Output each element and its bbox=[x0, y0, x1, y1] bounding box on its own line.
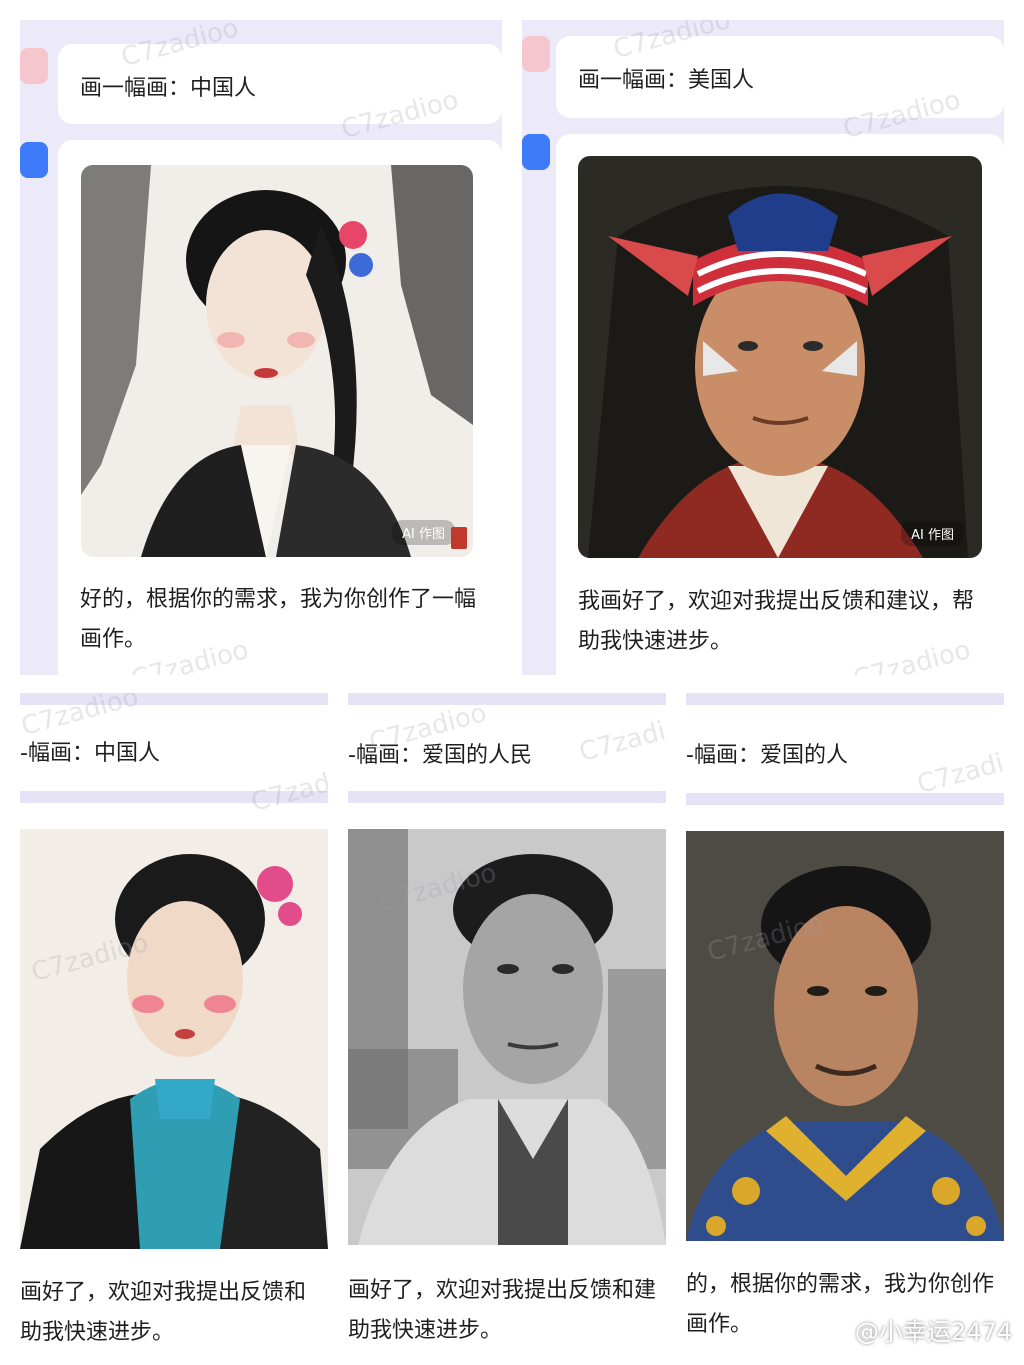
separator bbox=[348, 693, 666, 705]
reply-text: 我画好了，欢迎对我提出反馈和建议，帮助我快速进步。 bbox=[578, 589, 975, 654]
prompt-text: 画一幅画：中国人 bbox=[80, 76, 257, 101]
prompt-text: -幅画：爱国的人 bbox=[686, 743, 848, 768]
reply-bubble: AI 作图 好的，根据你的需求，我为你创作了一幅画作。 bbox=[58, 140, 502, 675]
reply-text: 画好了，欢迎对我提出反馈和建 bbox=[348, 1278, 657, 1303]
ink-portrait-woman-image bbox=[81, 165, 473, 557]
chat-panel-2: 画一幅画：美国人 AI 作图 我画好了，欢迎对我提出反馈和建议，帮助我快速进步。… bbox=[522, 20, 1004, 675]
prompt-text: -幅画：爱国的人民 bbox=[348, 743, 532, 768]
bot-avatar bbox=[20, 142, 48, 178]
prompt-bubble: 画一幅画：美国人 bbox=[556, 36, 1004, 118]
reply-text-line2: 助我快速进步。 bbox=[348, 1318, 503, 1343]
separator bbox=[348, 791, 666, 803]
separator bbox=[20, 791, 328, 803]
watermark: C7zadioo bbox=[576, 708, 666, 768]
yellow-jacket-man-image bbox=[686, 831, 1004, 1241]
reply-bubble: AI 作图 我画好了，欢迎对我提出反馈和建议，帮助我快速进步。 bbox=[556, 134, 1004, 675]
chat-panel-3: -幅画：中国人 画好了，欢迎对我提出反馈和 助我快速进步。 C7zadioo C… bbox=[20, 693, 328, 1345]
separator bbox=[686, 793, 1004, 805]
flag-headband-man-image bbox=[578, 156, 982, 558]
prompt-text: -幅画：中国人 bbox=[20, 741, 160, 766]
reply-text: 画好了，欢迎对我提出反馈和 bbox=[20, 1280, 307, 1305]
ai-badge: AI 作图 bbox=[901, 521, 964, 546]
separator bbox=[20, 693, 328, 705]
prompt-text: 画一幅画：美国人 bbox=[578, 68, 755, 93]
generated-image[interactable]: AI 作图 bbox=[578, 156, 982, 558]
chat-panel-1: 画一幅画：中国人 AI 作图 好的，根据你的需求，我为你创作了一幅画作。 C7z… bbox=[20, 20, 502, 675]
prompt-bubble: 画一幅画：中国人 bbox=[58, 44, 502, 124]
generated-image[interactable]: AI 作图 bbox=[81, 165, 473, 557]
separator bbox=[686, 693, 1004, 705]
chat-panel-4: -幅画：爱国的人民 画好了，欢迎对我提出反馈和建 助我快速进步。 C7zadio… bbox=[348, 693, 666, 1345]
reply-text: 的，根据你的需求，我为你创作 bbox=[686, 1272, 995, 1297]
generated-image[interactable] bbox=[686, 831, 1004, 1241]
user-avatar bbox=[20, 48, 48, 84]
ai-badge: AI 作图 bbox=[392, 520, 455, 545]
bot-avatar bbox=[522, 134, 550, 170]
user-avatar bbox=[522, 36, 550, 72]
generated-image[interactable] bbox=[20, 829, 328, 1249]
watercolor-woman-image bbox=[20, 829, 328, 1249]
watermark: C7zadioo bbox=[248, 758, 328, 818]
charcoal-man-image bbox=[348, 829, 666, 1245]
reply-text: 好的，根据你的需求，我为你创作了一幅画作。 bbox=[80, 587, 477, 652]
generated-image[interactable] bbox=[348, 829, 666, 1245]
reply-text-line2: 助我快速进步。 bbox=[20, 1320, 175, 1345]
chat-panel-5: -幅画：爱国的人 的，根据你的需求，我为你创作 画作。 C7zadioo C7z… bbox=[686, 693, 1004, 1345]
seal-stamp bbox=[451, 527, 467, 549]
watermark: C7zadioo bbox=[914, 740, 1004, 800]
footer-watermark: @小幸运2474 bbox=[854, 1318, 1012, 1346]
